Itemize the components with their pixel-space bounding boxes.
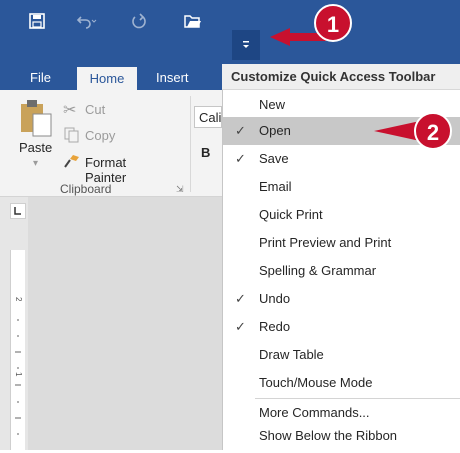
checkmark-icon: ✓ bbox=[235, 151, 246, 166]
clipboard-paste-icon bbox=[21, 100, 52, 137]
format-painter-button[interactable]: Format Painter bbox=[63, 153, 126, 185]
redo-button[interactable] bbox=[124, 8, 154, 34]
checkmark-icon: ✓ bbox=[235, 123, 246, 138]
menu-item-label: Show Below the Ribbon bbox=[259, 428, 398, 443]
menu-item-label: Email bbox=[259, 179, 292, 194]
cut-button[interactable]: ✂ Cut bbox=[63, 100, 105, 120]
bold-button[interactable]: B bbox=[201, 145, 210, 160]
undo-button[interactable] bbox=[72, 8, 102, 34]
tab-file[interactable]: File bbox=[30, 66, 51, 90]
clipboard-group-label: Clipboard bbox=[60, 182, 112, 196]
tab-insert[interactable]: Insert bbox=[156, 66, 189, 90]
left-tab-icon bbox=[14, 207, 21, 215]
menu-item-label: Redo bbox=[259, 319, 291, 334]
svg-text:2: 2 bbox=[14, 297, 23, 302]
folder-open-icon bbox=[184, 15, 201, 28]
svg-text:1: 1 bbox=[14, 372, 23, 377]
menu-item-print-preview[interactable]: Print Preview and Print bbox=[223, 229, 460, 257]
menu-item-label: New bbox=[259, 97, 286, 112]
callout-2: 2 bbox=[414, 112, 452, 150]
customize-qat-button[interactable] bbox=[232, 30, 260, 60]
menu-item-touch-mouse[interactable]: Touch/Mouse Mode bbox=[223, 369, 460, 397]
menu-item-draw-table[interactable]: Draw Table bbox=[223, 341, 460, 369]
font-name-value: Cali bbox=[199, 110, 222, 125]
menu-item-label: Touch/Mouse Mode bbox=[259, 375, 373, 390]
tab-home[interactable]: Home bbox=[77, 67, 137, 90]
menu-item-undo[interactable]: ✓ Undo bbox=[223, 285, 460, 313]
menu-item-label: Open bbox=[259, 123, 291, 138]
menu-item-label: Print Preview and Print bbox=[259, 235, 392, 250]
menu-item-label: Quick Print bbox=[259, 207, 323, 222]
undo-icon bbox=[76, 16, 97, 29]
callout-1: 1 bbox=[314, 4, 352, 42]
copy-icon bbox=[64, 127, 79, 143]
menu-item-show-below-ribbon[interactable]: Show Below the Ribbon bbox=[223, 422, 460, 450]
menu-item-save[interactable]: ✓ Save bbox=[223, 145, 460, 173]
menu-item-spelling[interactable]: Spelling & Grammar bbox=[223, 257, 460, 285]
font-name-box[interactable]: Cali bbox=[194, 106, 222, 128]
paste-label: Paste bbox=[19, 140, 53, 155]
paste-dropdown-icon[interactable]: ▾ bbox=[33, 158, 38, 169]
document-page bbox=[28, 197, 222, 450]
format-painter-label: Format Painter bbox=[85, 155, 127, 185]
open-button[interactable] bbox=[178, 8, 208, 34]
menu-item-quick-print[interactable]: Quick Print bbox=[223, 201, 460, 229]
menu-item-label: Undo bbox=[259, 291, 291, 306]
menu-item-label: Save bbox=[259, 151, 289, 166]
scissors-icon: ✂ bbox=[63, 102, 77, 119]
save-icon bbox=[29, 13, 45, 29]
copy-label: Copy bbox=[85, 128, 116, 143]
format-painter-icon bbox=[64, 155, 79, 168]
customize-qat-dropdown-icon bbox=[243, 41, 249, 48]
tab-selector[interactable] bbox=[10, 203, 26, 219]
redo-icon bbox=[132, 13, 146, 29]
cut-label: Cut bbox=[85, 102, 106, 117]
menu-item-redo[interactable]: ✓ Redo bbox=[223, 313, 460, 341]
group-divider bbox=[190, 96, 191, 192]
checkmark-icon: ✓ bbox=[235, 319, 246, 334]
menu-item-email[interactable]: Email bbox=[223, 173, 460, 201]
vertical-ruler: 2 1 bbox=[10, 250, 25, 450]
save-button[interactable] bbox=[22, 8, 52, 34]
clipboard-launcher-icon[interactable]: ⇲ bbox=[176, 184, 184, 195]
menu-header: Customize Quick Access Toolbar bbox=[222, 64, 460, 90]
menu-item-label: Draw Table bbox=[259, 347, 324, 362]
checkmark-icon: ✓ bbox=[235, 291, 246, 306]
copy-button[interactable]: Copy bbox=[63, 126, 115, 147]
menu-item-label: Spelling & Grammar bbox=[259, 263, 377, 278]
title-bar bbox=[0, 0, 460, 64]
